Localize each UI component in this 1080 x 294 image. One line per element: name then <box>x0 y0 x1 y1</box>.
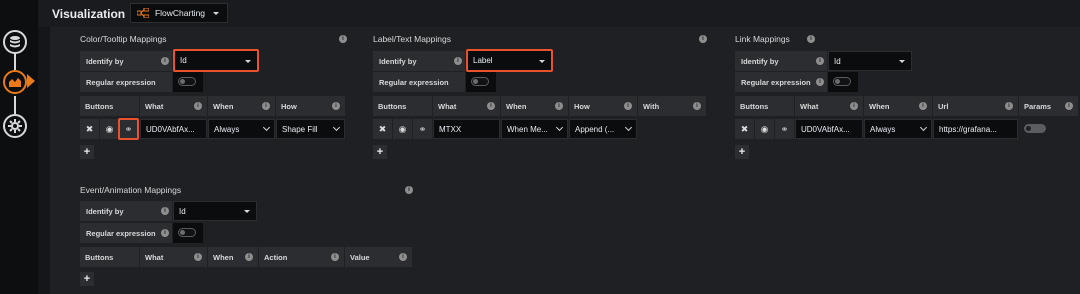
col-what: What i <box>433 96 500 116</box>
col-url: Url i <box>933 96 1018 116</box>
info-icon[interactable]: i <box>816 78 824 86</box>
active-arrow <box>27 74 35 88</box>
col-when: When i <box>208 96 275 116</box>
identify-by-label: Identify by i <box>80 201 172 221</box>
regex-toggle[interactable] <box>173 223 203 243</box>
link-icon[interactable]: ⚭ <box>775 119 794 139</box>
delete-icon[interactable]: ✖ <box>80 119 99 139</box>
info-icon[interactable]: i <box>816 57 824 65</box>
info-icon[interactable]: i <box>699 35 707 43</box>
when-select[interactable]: Always <box>864 119 932 139</box>
info-icon[interactable]: i <box>161 57 169 65</box>
col-what: What i <box>140 247 207 267</box>
col-what: What i <box>140 96 207 116</box>
identify-by-label: Identify by i <box>373 51 465 71</box>
options-panel: Color/Tooltip Mappings i Identify by i I… <box>50 27 1080 294</box>
add-mapping-button[interactable]: + <box>373 145 387 159</box>
identify-by-select[interactable]: Id <box>173 201 257 221</box>
picker-label: FlowCharting <box>154 8 206 18</box>
regex-label: Regular expression <box>80 72 172 92</box>
how-select[interactable]: Shape Fill <box>276 119 345 139</box>
col-buttons: Buttons <box>80 96 139 116</box>
caret-down-icon <box>245 60 251 63</box>
sidebar-rail <box>14 96 16 114</box>
link-icon[interactable]: ⚭ <box>118 118 139 140</box>
sidebar-rail <box>14 52 16 70</box>
identify-by-label: Identify by i <box>735 51 827 71</box>
col-how: How i <box>276 96 345 116</box>
when-select[interactable]: Always <box>208 119 275 139</box>
info-icon[interactable]: i <box>454 57 462 65</box>
section-title-color: Color/Tooltip Mappings <box>80 34 167 44</box>
what-input[interactable]: MTXX <box>433 119 500 139</box>
regex-toggle[interactable] <box>173 72 203 92</box>
col-params: Params i <box>1019 96 1078 116</box>
add-mapping-button[interactable]: + <box>80 272 94 286</box>
col-when: When i <box>501 96 568 116</box>
section-title-link: Link Mappings <box>735 34 790 44</box>
when-select[interactable]: When Me... <box>501 119 568 139</box>
caret-down-icon <box>244 210 250 213</box>
eye-icon[interactable]: ◉ <box>393 119 412 139</box>
info-icon[interactable]: i <box>807 35 815 43</box>
what-input[interactable]: UD0VAbfAx... <box>795 119 863 139</box>
section-title-text: Label/Text Mappings <box>373 34 451 44</box>
info-icon[interactable]: i <box>161 229 169 237</box>
col-when: When i <box>208 247 258 267</box>
regex-label: Regular expression i <box>80 223 172 243</box>
params-toggle[interactable] <box>1019 119 1051 139</box>
page-title: Visualization <box>52 7 126 21</box>
regex-label: Regular expression <box>373 72 465 92</box>
section-title-event: Event/Animation Mappings <box>80 185 182 195</box>
settings-icon[interactable] <box>3 114 27 138</box>
eye-icon[interactable]: ◉ <box>100 119 119 139</box>
sidebar <box>0 0 38 294</box>
regex-label: Regular expression i <box>735 72 827 92</box>
col-buttons: Buttons <box>373 96 432 116</box>
regex-toggle[interactable] <box>466 72 496 92</box>
queries-icon[interactable] <box>3 30 27 54</box>
caret-down-icon <box>539 60 545 63</box>
how-select[interactable]: Append (... <box>569 119 637 139</box>
delete-icon[interactable]: ✖ <box>373 119 392 139</box>
chevron-down-icon <box>211 8 221 18</box>
what-input[interactable]: UD0VAbfAx... <box>140 119 207 139</box>
link-icon[interactable]: ⚭ <box>413 119 432 139</box>
info-icon[interactable]: i <box>339 35 347 43</box>
col-when: When i <box>864 96 932 116</box>
col-buttons: Buttons <box>80 247 139 267</box>
url-input[interactable]: https://grafana... <box>933 119 1018 139</box>
flowchart-icon <box>137 8 149 18</box>
visualization-picker[interactable]: FlowCharting <box>130 3 228 23</box>
caret-down-icon <box>899 60 905 63</box>
col-what: What i <box>795 96 863 116</box>
regex-toggle[interactable] <box>828 72 858 92</box>
add-mapping-button[interactable]: + <box>735 145 749 159</box>
identify-by-select[interactable]: Label <box>466 49 553 72</box>
col-buttons: Buttons <box>735 96 794 116</box>
col-how: How i <box>569 96 637 116</box>
col-value: Value i <box>345 247 412 267</box>
visualization-header: Visualization FlowCharting <box>38 0 1080 27</box>
identify-by-select[interactable]: Id <box>828 51 912 71</box>
eye-icon[interactable]: ◉ <box>755 119 774 139</box>
col-action: Action i <box>259 247 344 267</box>
identify-by-label: Identify by i <box>80 51 172 71</box>
info-icon[interactable]: i <box>405 186 413 194</box>
info-icon[interactable]: i <box>161 207 169 215</box>
col-with: With i <box>638 96 706 116</box>
add-mapping-button[interactable]: + <box>80 145 94 159</box>
identify-by-select[interactable]: Id <box>173 49 259 72</box>
visualization-icon[interactable] <box>3 70 27 94</box>
delete-icon[interactable]: ✖ <box>735 119 754 139</box>
